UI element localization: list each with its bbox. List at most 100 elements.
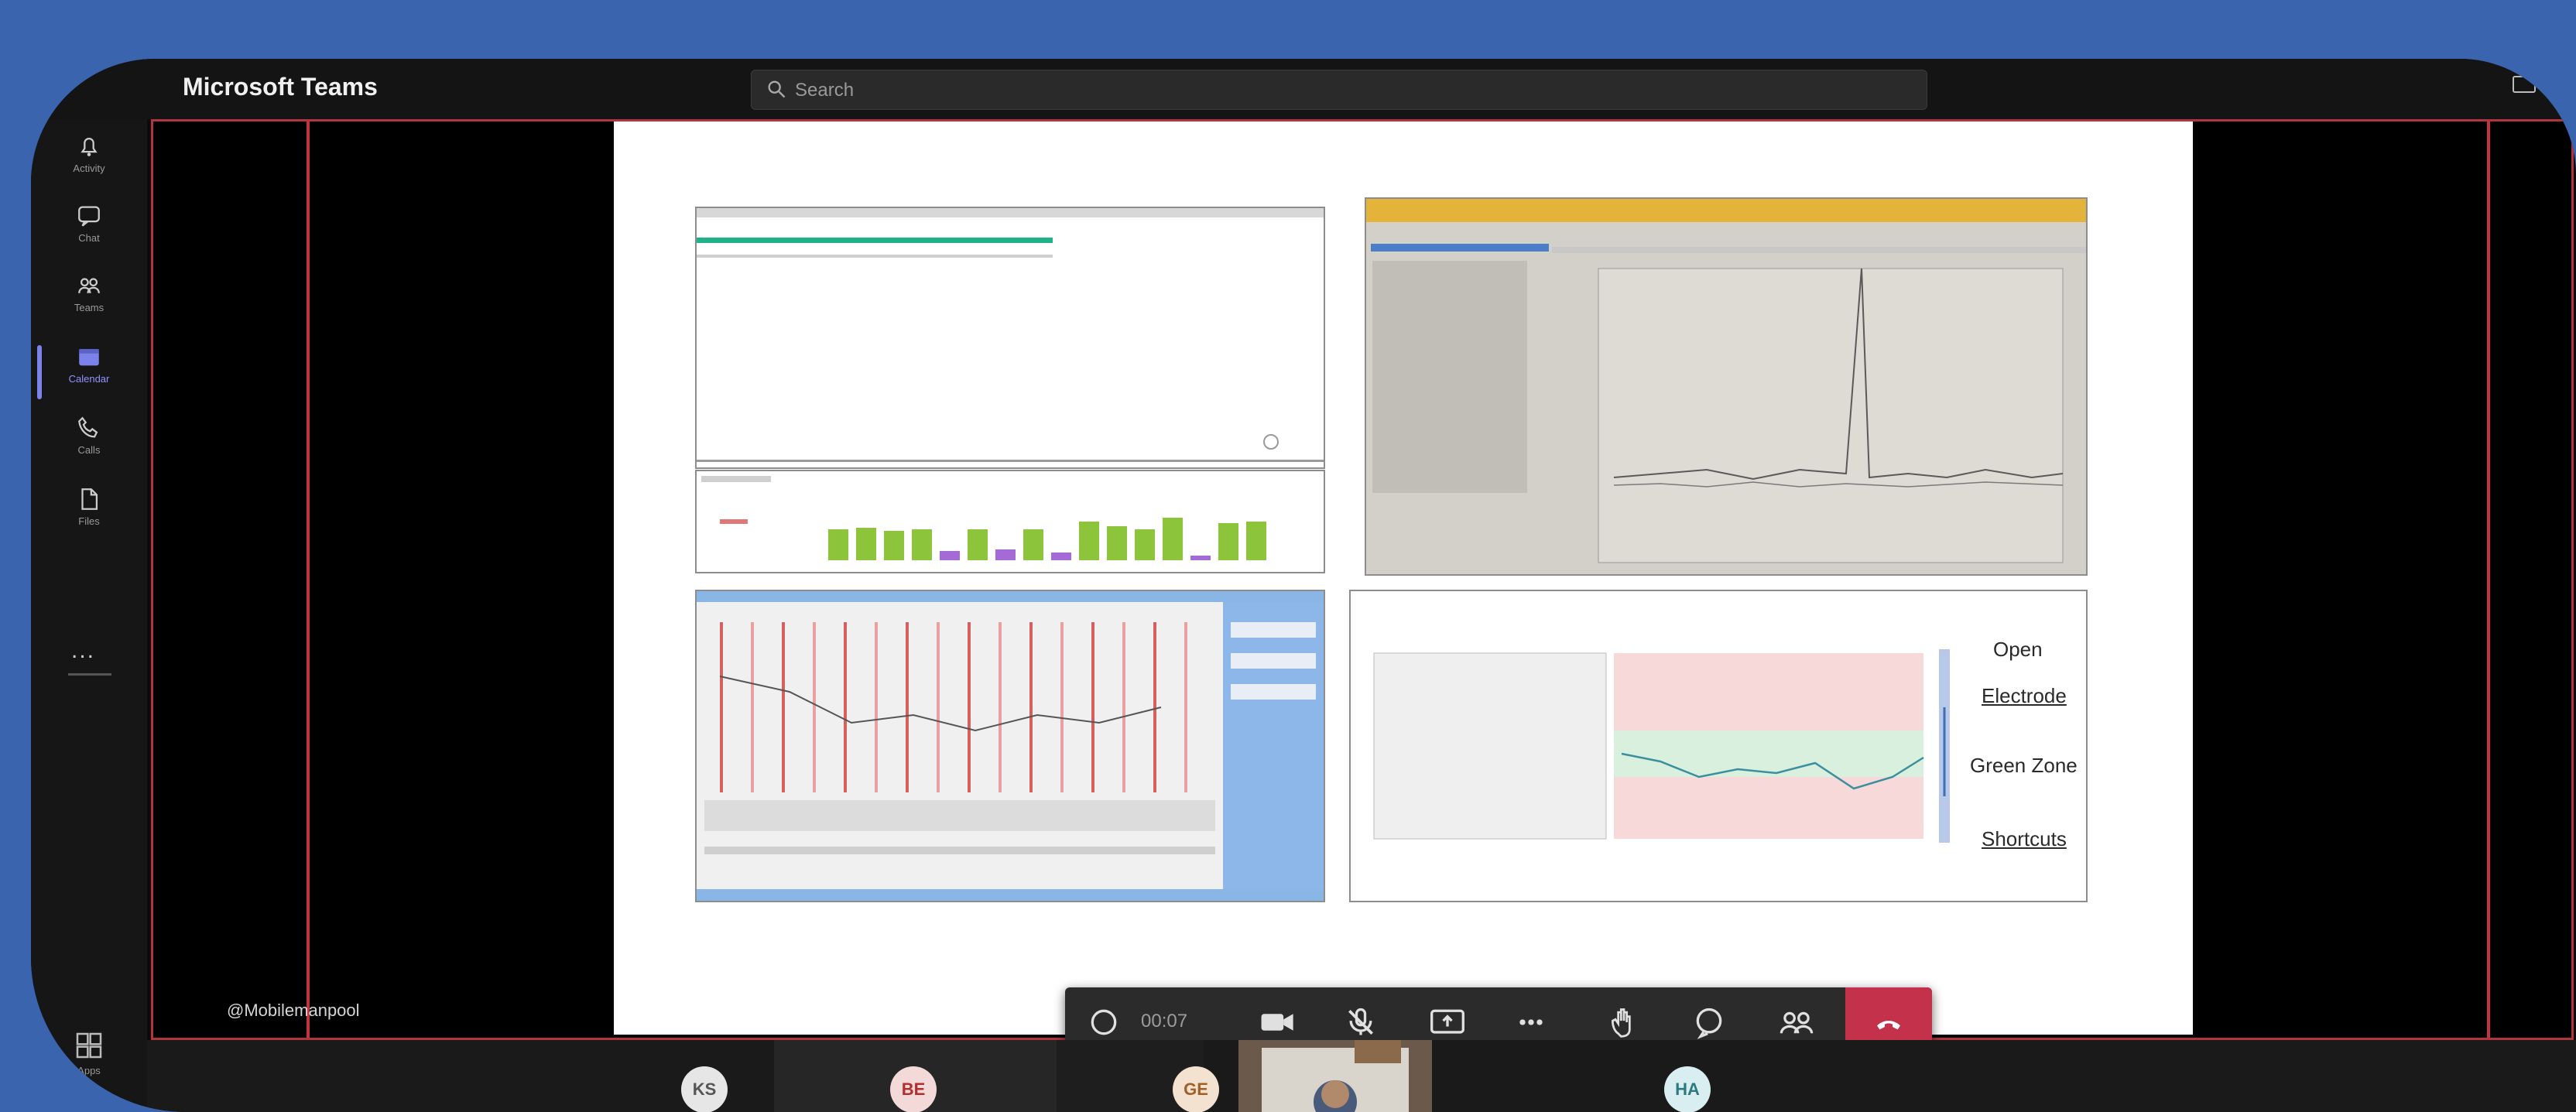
title-bar: Microsoft Teams Search xyxy=(31,59,2576,119)
meeting-timer: 00:07 xyxy=(1141,1011,1188,1032)
decorative-bar xyxy=(995,549,1016,560)
app-title: Microsoft Teams xyxy=(183,73,378,101)
slide-label-electrode: Electrode xyxy=(1982,684,2067,707)
panel-graphic xyxy=(697,208,1324,462)
decorative-bar xyxy=(1107,526,1127,560)
decorative-column xyxy=(751,622,754,792)
decorative-bar xyxy=(968,529,988,560)
rail-item-chat[interactable]: Chat xyxy=(54,197,124,266)
stage-border-right xyxy=(2487,121,2490,1038)
panel-graphic xyxy=(1373,649,1950,843)
shield-icon[interactable] xyxy=(1087,1004,1121,1040)
decorative-column xyxy=(937,622,940,792)
rail-item-calls[interactable]: Calls xyxy=(54,409,124,478)
stage-border-left xyxy=(307,121,310,1038)
decorative-bar xyxy=(1023,529,1043,560)
decorative-column xyxy=(1029,622,1033,792)
decorative-column xyxy=(720,622,723,792)
panel-graphic xyxy=(697,591,1324,901)
screenshot-panel-bottom-right: Open Electrode Green Zone Shortcuts xyxy=(1349,590,2088,902)
active-indicator xyxy=(37,345,42,399)
participant-tile[interactable]: GE xyxy=(1057,1040,1219,1112)
rail-label: Apps xyxy=(77,1065,101,1076)
decorative-bar xyxy=(884,531,904,560)
chat-icon[interactable] xyxy=(1692,1004,1726,1040)
rail-item-teams[interactable]: Teams xyxy=(54,266,124,336)
decorative-column xyxy=(1153,622,1156,792)
participant-video-tile[interactable] xyxy=(1238,1040,1432,1112)
participant-tile[interactable]: HA xyxy=(1641,1040,1734,1112)
slide-label-shortcuts: Shortcuts xyxy=(1982,827,2067,850)
decorative-column xyxy=(1091,622,1094,792)
presenter-name: @Mobilemanpool xyxy=(227,1001,360,1020)
panel-graphic xyxy=(1366,199,2086,563)
decorative-column xyxy=(1184,622,1187,792)
rail-label: Teams xyxy=(74,302,104,313)
search-input[interactable]: Search xyxy=(751,70,1927,110)
rail-label: Calls xyxy=(77,444,101,456)
participants-icon[interactable] xyxy=(1777,1004,1816,1040)
rail-item-activity[interactable]: Activity xyxy=(54,127,124,197)
apps-icon xyxy=(76,1032,102,1059)
rail-label: Chat xyxy=(78,232,100,244)
rail-divider xyxy=(68,673,111,676)
file-icon xyxy=(81,488,98,510)
phone-icon xyxy=(78,416,98,438)
raise-hand-icon[interactable] xyxy=(1607,1004,1641,1040)
avatar: GE xyxy=(1173,1066,1219,1112)
avatar: KS xyxy=(681,1066,728,1112)
rail-label: Activity xyxy=(73,163,105,174)
decorative-column xyxy=(782,622,785,792)
decorative-column xyxy=(906,622,909,792)
window-control-icon[interactable] xyxy=(2513,76,2536,93)
decorative-column xyxy=(999,622,1002,792)
decorative-column xyxy=(968,622,971,792)
decorative-bar xyxy=(1246,522,1266,560)
decorative-bar xyxy=(1051,553,1071,560)
rail-label: Calendar xyxy=(68,373,110,385)
decorative-bar xyxy=(1218,523,1238,560)
screenshot-panel-top-right xyxy=(1365,197,2088,576)
decorative-bar xyxy=(1079,522,1099,560)
decorative-column xyxy=(813,622,816,792)
chat-icon xyxy=(78,206,100,227)
screenshot-panel-bars xyxy=(695,470,1325,573)
decorative-bar xyxy=(828,529,848,560)
teams-icon xyxy=(78,278,100,294)
search-placeholder: Search xyxy=(795,80,855,101)
participant-strip: KS BE GE HA xyxy=(147,1040,2576,1112)
rail-item-calendar[interactable]: Calendar xyxy=(54,337,124,407)
decorative-column xyxy=(875,622,878,792)
screenshot-panel-top-left xyxy=(695,207,1325,469)
shared-slide: Open Electrode Green Zone Shortcuts xyxy=(614,121,2193,1035)
decorative-bar xyxy=(940,551,960,560)
decorative-bar xyxy=(856,528,876,560)
mic-muted-icon[interactable] xyxy=(1344,1004,1378,1040)
more-apps-icon[interactable]: ... xyxy=(71,638,95,664)
rail-item-files[interactable]: Files xyxy=(54,480,124,549)
decorative-column xyxy=(1122,622,1125,792)
participant-video xyxy=(1238,1040,1432,1112)
camera-icon[interactable] xyxy=(1259,1004,1297,1040)
bar-graphic xyxy=(701,476,1266,560)
decorative-bar xyxy=(912,529,932,560)
search-icon xyxy=(768,80,786,98)
screenshot-panel-bottom-left xyxy=(695,590,1325,902)
avatar: BE xyxy=(890,1066,937,1112)
meeting-stage: Open Electrode Green Zone Shortcuts @Mob… xyxy=(151,119,2574,1057)
share-screen-icon[interactable] xyxy=(1429,1004,1466,1040)
more-options-icon[interactable] xyxy=(1514,1004,1548,1040)
decorative-bar xyxy=(1163,518,1183,560)
rail-item-apps[interactable]: Apps xyxy=(62,1030,116,1092)
teams-window: Microsoft Teams Search Activity Chat Tea… xyxy=(31,59,2576,1112)
decorative-bar xyxy=(1190,556,1211,560)
participant-tile[interactable]: KS xyxy=(658,1040,751,1112)
calendar-icon xyxy=(79,349,99,366)
decorative-bar xyxy=(1135,529,1155,560)
participant-tile[interactable]: BE xyxy=(774,1040,1057,1112)
slide-label-open: Open xyxy=(1993,638,2043,661)
app-rail: Activity Chat Teams Calendar Calls Files… xyxy=(31,119,147,1112)
avatar: HA xyxy=(1664,1066,1711,1112)
hang-up-icon xyxy=(1877,1021,1900,1030)
bell-icon xyxy=(80,138,98,156)
